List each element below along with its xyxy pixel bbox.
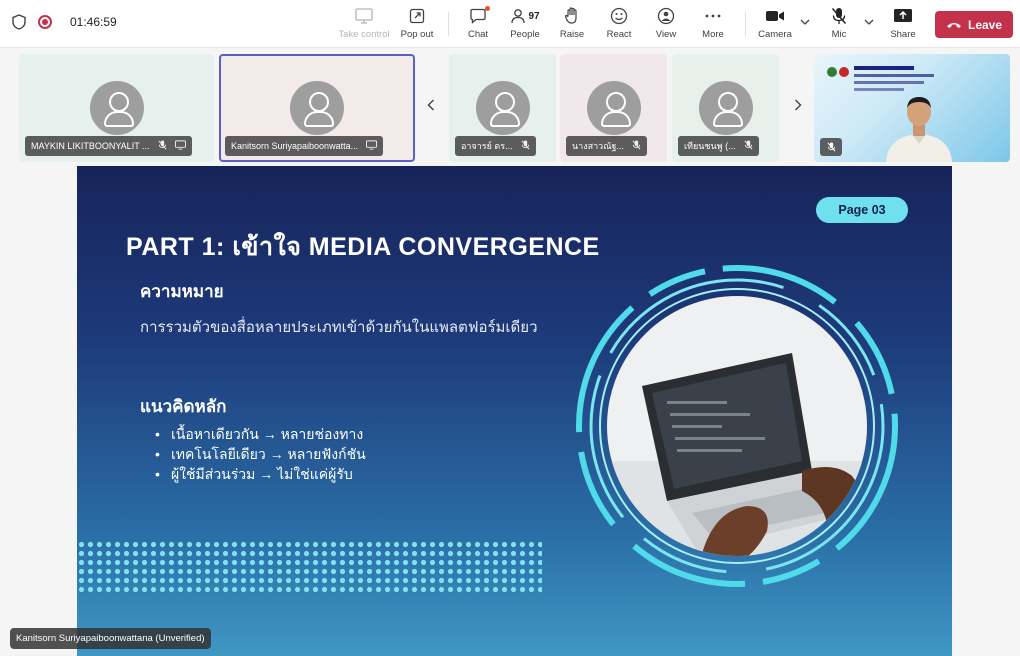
participant-name: นางสาวณัฐ...	[572, 141, 625, 151]
mic-label: Mic	[831, 29, 847, 40]
mic-muted-icon	[744, 140, 753, 152]
chat-icon	[469, 6, 490, 26]
camera-label: Camera	[758, 29, 792, 40]
participant-tile[interactable]: เทียนชนพู (...	[672, 54, 779, 162]
participant-tile[interactable]: MAYKIN LIKITBOONYALIT ...	[19, 54, 214, 162]
mic-muted-icon	[521, 140, 530, 152]
participant-nametag: เทียนชนพู (...	[678, 136, 759, 156]
avatar	[586, 81, 641, 135]
laptop-photo-circle	[576, 265, 898, 587]
participant-name: MAYKIN LIKITBOONYALIT ...	[31, 141, 150, 151]
meeting-timer: 01:46:59	[70, 15, 117, 29]
participant-tile[interactable]: อาจารย์ ดร...	[449, 54, 556, 162]
next-participants-chevron-icon[interactable]	[794, 98, 802, 114]
more-button[interactable]: More	[685, 6, 741, 44]
more-icon	[705, 6, 721, 26]
leave-button[interactable]: Leave	[935, 11, 1013, 38]
presenter-video-tile[interactable]	[814, 54, 1010, 162]
participant-name: Kanitsorn Suriyapaiboonwatta...	[231, 141, 359, 151]
dot-pattern-decoration	[77, 540, 542, 596]
participant-name: เทียนชนพู (...	[684, 141, 736, 151]
chat-label: Chat	[467, 29, 489, 40]
avatar	[698, 81, 753, 135]
avatar	[290, 81, 344, 135]
previous-participants-chevron-icon[interactable]	[427, 98, 435, 114]
slide-bullet: เนื้อหาเดียวกัน → หลายช่องทาง	[155, 424, 366, 444]
pop-out-button[interactable]: Pop out	[389, 6, 445, 44]
slide-bullet: ผู้ใช้มีส่วนร่วม → ไม่ใช่แค่ผู้รับ	[155, 464, 366, 484]
avatar	[475, 81, 530, 135]
participant-nametag: อาจารย์ ดร...	[455, 136, 536, 156]
view-icon	[657, 6, 675, 26]
slide-heading-key-concepts: แนวคิดหลัก	[140, 397, 227, 416]
people-label: People	[510, 29, 540, 40]
participant-nametag: Kanitsorn Suriyapaiboonwatta...	[225, 136, 384, 156]
raise-hand-label: Raise	[559, 29, 585, 40]
mic-button[interactable]: Mic	[811, 6, 867, 44]
hang-up-icon	[946, 22, 961, 28]
shield-icon[interactable]	[12, 14, 26, 30]
meeting-status: 01:46:59	[12, 14, 117, 30]
react-label: React	[606, 29, 632, 40]
slide-title: PART 1: เข้าใจ MEDIA CONVERGENCE	[126, 233, 600, 261]
slide-definition-text: การรวมตัวของสื่อหลายประเภทเข้าด้วยกันในแ…	[140, 319, 538, 336]
people-icon: 97	[510, 6, 540, 26]
recording-icon	[38, 15, 52, 29]
pop-out-icon	[409, 6, 425, 26]
camera-options-chevron-icon[interactable]	[800, 17, 810, 28]
pop-out-label: Pop out	[400, 29, 434, 40]
more-label: More	[702, 29, 724, 40]
participant-tile-selected[interactable]: Kanitsorn Suriyapaiboonwatta...	[219, 54, 415, 162]
toolbar-divider	[745, 12, 746, 36]
participant-nametag: MAYKIN LIKITBOONYALIT ...	[25, 136, 192, 156]
avatar	[89, 81, 144, 135]
participant-tile[interactable]: นางสาวณัฐ...	[560, 54, 667, 162]
mic-muted-icon	[831, 6, 847, 26]
slide-bullet-list: เนื้อหาเดียวกัน → หลายช่องทาง เทคโนโลยีเ…	[155, 424, 366, 484]
mic-muted-icon	[158, 140, 167, 152]
mic-options-chevron-icon[interactable]	[864, 17, 874, 28]
participant-name: อาจารย์ ดร...	[461, 141, 513, 151]
mic-muted-icon	[820, 138, 842, 156]
screen-share-icon	[366, 140, 378, 152]
presenter-caption: Kanitsorn Suriyapaiboonwattana (Unverifi…	[10, 628, 211, 649]
shared-screen[interactable]: Page 03 PART 1: เข้าใจ MEDIA CONVERGENCE…	[77, 166, 952, 656]
chat-unread-dot	[485, 6, 490, 11]
people-count: 97	[528, 10, 540, 22]
raise-hand-icon	[564, 6, 580, 26]
camera-button[interactable]: Camera	[747, 6, 803, 44]
toolbar-divider	[448, 12, 449, 36]
participant-nametag: นางสาวณัฐ...	[566, 136, 648, 156]
share-label: Share	[890, 29, 916, 40]
take-control-icon	[355, 6, 373, 26]
meeting-toolbar: 01:46:59 Take control Pop out Chat 97 Pe…	[0, 0, 1020, 48]
presenter-person-image	[886, 97, 952, 162]
camera-icon	[765, 6, 785, 26]
emoji-icon	[610, 6, 628, 26]
take-control-label: Take control	[338, 29, 390, 40]
share-icon	[893, 6, 913, 26]
mic-muted-icon	[632, 140, 641, 152]
slide-page-indicator: Page 03	[816, 197, 908, 223]
view-label: View	[655, 29, 677, 40]
leave-label: Leave	[967, 17, 1003, 32]
slide-bullet: เทคโนโลยีเดียว → หลายฟังก์ชัน	[155, 444, 366, 464]
take-control-button[interactable]: Take control	[336, 6, 392, 44]
slide-heading-definition: ความหมาย	[140, 282, 224, 301]
share-button[interactable]: Share	[875, 6, 931, 44]
screen-share-icon	[174, 140, 186, 152]
